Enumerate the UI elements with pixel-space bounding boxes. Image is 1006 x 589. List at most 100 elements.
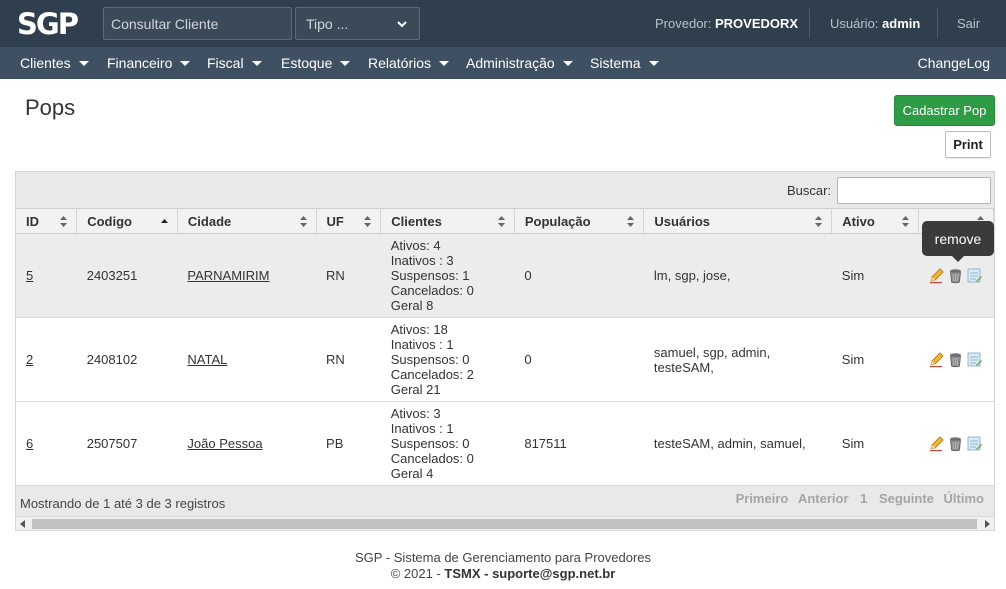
pagination-next[interactable]: Seguinte [879, 491, 934, 506]
clientes-cancelados: Cancelados: 0 [390, 451, 474, 466]
menu-relatorios[interactable]: Relatórios [368, 47, 450, 79]
menu-label: Relatórios [368, 55, 432, 71]
clientes-inativos: Inativos : 1 [390, 337, 454, 352]
row-usuarios: testeSAM, admin, samuel, [643, 401, 832, 486]
row-actions [928, 435, 983, 452]
row-uf: RN [316, 233, 381, 318]
search-client-input[interactable] [103, 7, 292, 40]
clientes-cancelados: Cancelados: 0 [390, 283, 474, 298]
caret-down-icon [648, 60, 659, 66]
remove-tooltip: remove [922, 221, 994, 262]
column-header-clientes[interactable]: Clientes [380, 208, 515, 234]
horizontal-scrollbar[interactable] [15, 516, 995, 531]
type-select[interactable]: Tipo ... [295, 7, 420, 40]
row-cidade-link[interactable]: João Pessoa [187, 436, 262, 451]
row-cidade-link[interactable]: NATAL [187, 352, 227, 367]
sort-both-icon [60, 216, 68, 227]
column-header-id[interactable]: ID [16, 208, 78, 234]
clientes-ativos: Ativos: 3 [390, 406, 441, 421]
row-usuarios: samuel, sgp, admin, testeSAM, [643, 317, 832, 402]
column-header-ativo[interactable]: Ativo [831, 208, 919, 234]
clientes-suspensos: Suspensos: 0 [390, 352, 470, 367]
column-label: UF [326, 213, 344, 229]
clientes-ativos: Ativos: 18 [390, 322, 448, 337]
changelog-link[interactable]: ChangeLog [918, 47, 990, 79]
column-label: Usuários [654, 213, 711, 229]
scroll-right-arrow-icon[interactable] [985, 520, 990, 528]
caret-down-icon [180, 60, 191, 66]
scrollbar-thumb[interactable] [32, 519, 977, 529]
scroll-left-arrow-icon[interactable] [20, 520, 25, 528]
pagination-first[interactable]: Primeiro [736, 491, 789, 506]
sort-both-icon [901, 216, 909, 227]
clientes-inativos: Inativos : 1 [390, 421, 454, 436]
caret-down-icon [251, 60, 262, 66]
provider-info: Provedor: PROVEDORX [655, 16, 798, 31]
menu-estoque[interactable]: Estoque [281, 47, 351, 79]
user-info: Usuário: admin [830, 16, 920, 31]
row-uf: PB [316, 401, 381, 486]
report-icon[interactable] [966, 435, 983, 452]
row-usuarios: lm, sgp, jose, [643, 233, 832, 318]
print-button[interactable]: Print [945, 131, 991, 158]
column-header-codigo[interactable]: Codigo [76, 208, 178, 234]
edit-pencil-icon[interactable] [928, 267, 945, 284]
clientes-ativos: Ativos: 4 [390, 238, 441, 253]
pagination-previous[interactable]: Anterior [798, 491, 849, 506]
menu-fiscal[interactable]: Fiscal [207, 47, 262, 79]
table-row: 6 2507507 João Pessoa PB Ativos: 3 Inati… [16, 401, 994, 486]
column-header-cidade[interactable]: Cidade [177, 208, 317, 234]
menu-label: Administração [466, 55, 555, 71]
row-populacao: 0 [514, 233, 644, 318]
column-header-usuarios[interactable]: Usuários [643, 208, 833, 234]
row-clientes: Ativos: 4 Inativos : 3 Suspensos: 1 Canc… [380, 233, 515, 318]
row-ativo: Sim [831, 401, 919, 486]
row-populacao: 817511 [514, 401, 644, 486]
menu-sistema[interactable]: Sistema [590, 47, 659, 79]
menu-label: Financeiro [107, 55, 173, 71]
pagination-current[interactable]: 1 [860, 491, 867, 506]
row-ativo: Sim [831, 233, 919, 318]
menu-clientes[interactable]: Clientes [20, 47, 89, 79]
row-id-link[interactable]: 6 [26, 436, 33, 451]
table-search-input[interactable] [837, 177, 991, 204]
row-cidade-link[interactable]: PARNAMIRIM [187, 268, 269, 283]
trash-icon[interactable] [947, 351, 964, 368]
caret-down-icon [78, 60, 89, 66]
row-uf: RN [316, 317, 381, 402]
main-menu: Clientes Financeiro Fiscal Estoque Relat… [0, 47, 1006, 79]
sgp-logo[interactable]: SGP [17, 9, 85, 39]
row-id-link[interactable]: 2 [26, 352, 33, 367]
report-icon[interactable] [966, 351, 983, 368]
footer-copyright-line: © 2021 - TSMX - suporte@sgp.net.br [0, 566, 1006, 582]
clientes-geral: Geral 8 [390, 298, 434, 313]
menu-financeiro[interactable]: Financeiro [107, 47, 191, 79]
menu-label: Fiscal [207, 55, 244, 71]
add-pop-button[interactable]: Cadastrar Pop [894, 95, 995, 126]
column-label: Codigo [87, 213, 132, 229]
menu-administracao[interactable]: Administração [466, 47, 573, 79]
column-header-populacao[interactable]: População [514, 208, 645, 234]
row-clientes: Ativos: 3 Inativos : 1 Suspensos: 0 Canc… [380, 401, 515, 486]
caret-down-icon [562, 60, 573, 66]
caret-down-icon [340, 60, 351, 66]
menu-label: Sistema [590, 55, 641, 71]
chevron-down-icon [397, 20, 407, 27]
logout-link[interactable]: Sair [957, 16, 980, 31]
edit-pencil-icon[interactable] [928, 435, 945, 452]
trash-icon[interactable] [947, 435, 964, 452]
column-label: Clientes [391, 213, 442, 229]
caret-down-icon [439, 60, 450, 66]
provider-label: Provedor: [655, 16, 712, 31]
table-row: 5 2403251 PARNAMIRIM RN Ativos: 4 Inativ… [16, 233, 994, 318]
pagination: Primeiro Anterior 1 Seguinte Último [730, 491, 984, 506]
table-info: Mostrando de 1 até 3 de 3 registros [20, 496, 226, 511]
table-row: 2 2408102 NATAL RN Ativos: 18 Inativos :… [16, 317, 994, 402]
trash-icon[interactable] [947, 267, 964, 284]
report-icon[interactable] [966, 267, 983, 284]
pagination-last[interactable]: Último [944, 491, 984, 506]
row-id-link[interactable]: 5 [26, 268, 33, 283]
edit-pencil-icon[interactable] [928, 351, 945, 368]
column-header-uf[interactable]: UF [316, 208, 382, 234]
svg-text:SGP: SGP [17, 9, 79, 39]
